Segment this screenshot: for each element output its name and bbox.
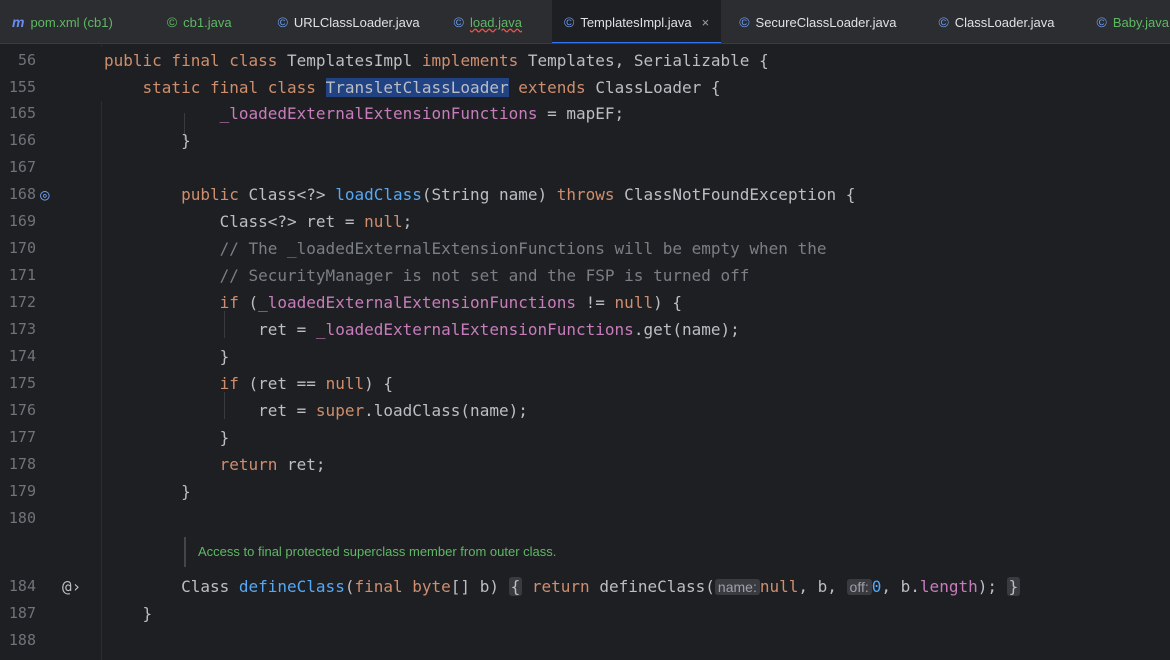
- class-icon: ©: [453, 14, 464, 30]
- tab-secureclassloader-java[interactable]: © SecureClassLoader.java: [727, 0, 908, 43]
- tab-classloader-java[interactable]: © ClassLoader.java: [926, 0, 1066, 43]
- code-line-184[interactable]: 184 @› Class defineClass(final byte[] b) …: [0, 573, 1170, 600]
- code-line-169[interactable]: 169 Class<?> ret = null;: [0, 208, 1170, 235]
- code-line-175[interactable]: 175 if (ret == null) {: [0, 370, 1170, 397]
- sticky-line-56[interactable]: 56 public final class TemplatesImpl imple…: [0, 47, 1170, 74]
- param-hint-off: off:: [846, 579, 872, 595]
- code-line-173[interactable]: 173 ret = _loadedExternalExtensionFuncti…: [0, 316, 1170, 343]
- param-hint-name: name:: [714, 579, 760, 595]
- code-line-188[interactable]: 188: [0, 627, 1170, 654]
- code-line-179[interactable]: 179 }: [0, 478, 1170, 505]
- code-editor[interactable]: 56 public final class TemplatesImpl imple…: [0, 45, 1170, 660]
- code-line-180[interactable]: 180: [0, 505, 1170, 532]
- editor-tab-bar: m pom.xml (cb1) © cb1.java © URLClassLoader…: [0, 0, 1170, 44]
- tab-load-java[interactable]: © load.java: [442, 0, 534, 43]
- annotation-icon[interactable]: @›: [62, 573, 81, 600]
- code-line-171[interactable]: 171 // SecurityManager is not set and th…: [0, 262, 1170, 289]
- class-icon: ©: [564, 14, 575, 30]
- override-icon[interactable]: ◎: [40, 181, 50, 208]
- code-line-177[interactable]: 177 }: [0, 424, 1170, 451]
- selected-identifier: TransletClassLoader: [325, 78, 509, 97]
- class-icon: ©: [277, 14, 288, 30]
- tab-urlclassloader-java[interactable]: © URLClassLoader.java: [266, 0, 432, 43]
- code-line-165[interactable]: 165 _loadedExternalExtensionFunctions = …: [0, 100, 1170, 127]
- code-line-172[interactable]: 172 if (_loadedExternalExtensionFunction…: [0, 289, 1170, 316]
- folded-region-open[interactable]: {: [508, 577, 523, 596]
- close-tab-icon[interactable]: ×: [702, 15, 710, 30]
- tab-templatesimpl-java[interactable]: © TemplatesImpl.java ×: [552, 0, 722, 43]
- inline-doc-comment: Access to final protected superclass mem…: [184, 537, 556, 567]
- code-line-174[interactable]: 174 }: [0, 343, 1170, 370]
- code-line-187[interactable]: 187 }: [0, 600, 1170, 627]
- tab-baby-java[interactable]: © Baby.java: [1085, 0, 1170, 43]
- class-icon: ©: [166, 14, 178, 30]
- tab-pom-xml[interactable]: m pom.xml (cb1): [0, 0, 125, 43]
- class-icon: ©: [1096, 14, 1107, 30]
- code-line-168[interactable]: 168 ◎ public Class<?> loadClass(String na…: [0, 181, 1170, 208]
- code-line-178[interactable]: 178 return ret;: [0, 451, 1170, 478]
- class-icon: ©: [938, 14, 949, 30]
- sticky-line-155[interactable]: 155 static final class TransletClassLoad…: [0, 74, 1170, 101]
- class-icon: ©: [739, 14, 750, 30]
- code-line-170[interactable]: 170 // The _loadedExternalExtensionFunct…: [0, 235, 1170, 262]
- maven-icon: m: [12, 14, 25, 30]
- code-line-167[interactable]: 167: [0, 154, 1170, 181]
- code-line-166[interactable]: 166 }: [0, 127, 1170, 154]
- code-line-176[interactable]: 176 ret = super.loadClass(name);: [0, 397, 1170, 424]
- folded-region-close[interactable]: }: [1006, 577, 1021, 596]
- tab-cb1-java[interactable]: © cb1.java: [155, 0, 244, 43]
